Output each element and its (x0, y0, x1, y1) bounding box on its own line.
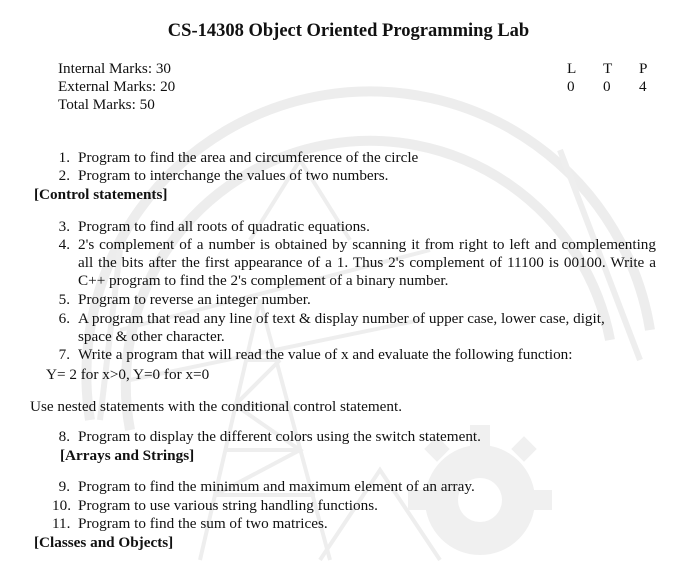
item-text: Write a program that will read the value… (78, 346, 573, 363)
item-text: Program to display the different colors … (78, 428, 481, 445)
ltp-header-row: L T P (567, 60, 675, 78)
section-heading-classes-objects: [Classes and Objects] (34, 534, 174, 551)
page-title: CS-14308 Object Oriented Programming Lab (167, 21, 530, 41)
item-text: Program to find the minimum and maximum … (78, 478, 475, 495)
ltp-header-p: P (639, 60, 648, 77)
item-number: 10. (52, 497, 71, 514)
ltp-value-t: 0 (603, 78, 611, 95)
ltp-value-p: 4 (639, 78, 647, 95)
ltp-header-t: T (603, 60, 613, 77)
ltp-table: L T P 0 0 4 (567, 60, 675, 96)
ltp-value-row: 0 0 4 (567, 78, 675, 96)
item-number: 9. (58, 478, 70, 495)
item-number: 3. (58, 218, 70, 235)
item-number: 6. (58, 310, 70, 327)
item-number: 7. (58, 346, 70, 363)
item-text: Program to use various string handling f… (78, 497, 378, 514)
item-number: 4. (58, 236, 70, 253)
item-text: A program that read any line of text & d… (78, 310, 605, 345)
item-number: 1. (58, 149, 70, 166)
function-definition: Y= 2 for x>0, Y=0 for x=0 (46, 366, 210, 383)
item-text: Program to find the area and circumferen… (78, 149, 419, 166)
item-number: 2. (58, 167, 70, 184)
ltp-value-l: 0 (567, 78, 575, 95)
item-text: Program to find the sum of two matrices. (78, 515, 328, 532)
item-number: 11. (52, 515, 71, 532)
item-text: Program to interchange the values of two… (78, 167, 389, 184)
ltp-header-l: L (567, 60, 577, 77)
item-number: 5. (58, 291, 70, 308)
total-marks: Total Marks: 50 (58, 96, 155, 113)
external-marks: External Marks: 20 (58, 78, 176, 95)
section-heading-arrays-strings: [Arrays and Strings] (60, 447, 195, 464)
item-text: 2's complement of a number is obtained b… (78, 236, 656, 289)
item-text: Program to reverse an integer number. (78, 291, 311, 308)
item-text: Program to find all roots of quadratic e… (78, 218, 370, 235)
marks-block: Internal Marks: 30 External Marks: 20 To… (58, 60, 175, 114)
internal-marks: Internal Marks: 30 (58, 60, 172, 77)
nested-statements-note: Use nested statements with the condition… (30, 398, 403, 415)
item-number: 8. (58, 428, 70, 445)
section-heading-control-statements: [Control statements] (34, 186, 168, 203)
